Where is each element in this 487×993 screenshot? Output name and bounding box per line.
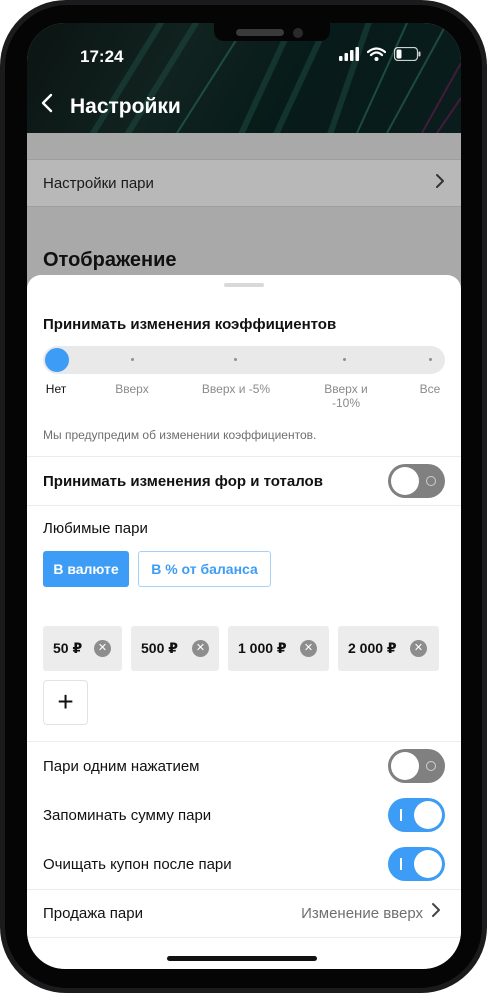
bet-settings-row[interactable]: Настройки пари [27, 159, 461, 207]
remember-sum-label: Запоминать сумму пари [43, 807, 212, 824]
sell-bet-label[interactable]: Продажа пари [43, 905, 143, 922]
toggle-knob [391, 752, 419, 780]
mute-switch [0, 145, 2, 185]
settings-bottom-sheet: Принимать изменения коэффициентов Нет Вв… [27, 275, 461, 969]
wifi-icon [367, 47, 386, 61]
handicap-totals-toggle[interactable] [388, 464, 445, 498]
volume-up-button [0, 220, 2, 295]
slider-option-label[interactable]: Нет [43, 382, 69, 396]
slider-knob[interactable] [45, 348, 69, 372]
amount-chip[interactable]: 2 000 ₽ ✕ [338, 626, 439, 671]
volume-down-button [0, 315, 2, 390]
remove-icon[interactable]: ✕ [410, 640, 427, 657]
one-click-toggle[interactable] [388, 749, 445, 783]
amount-chip[interactable]: 1 000 ₽ ✕ [228, 626, 329, 671]
divider [27, 505, 461, 506]
odds-changes-title: Принимать изменения коэффициентов [43, 316, 337, 333]
sheet-grabber[interactable] [224, 283, 264, 287]
divider [27, 456, 461, 457]
slider-stop [131, 358, 134, 361]
status-icons [339, 47, 421, 61]
amount-chip-label: 2 000 ₽ [348, 640, 397, 656]
toggle-knob [414, 850, 442, 878]
divider [27, 889, 461, 890]
page-title: Настройки [70, 95, 181, 118]
odds-changes-slider[interactable] [43, 346, 445, 374]
slider-option-label[interactable]: Вверх и -10% [318, 382, 374, 410]
speaker [236, 29, 284, 36]
odds-changes-hint: Мы предупредим об изменении коэффициенто… [43, 428, 317, 442]
toggle-on-mark [400, 858, 402, 870]
phone-frame: 17:24 Настройки Настройки пари Отображен… [0, 0, 487, 993]
toggle-off-mark [426, 476, 436, 486]
clear-coupon-label: Очищать купон после пари [43, 856, 232, 873]
toggle-knob [414, 801, 442, 829]
tab-currency[interactable]: В валюте [43, 551, 129, 587]
screen: 17:24 Настройки Настройки пари Отображен… [27, 23, 461, 969]
amount-chip-label: 1 000 ₽ [238, 640, 287, 656]
one-click-label: Пари одним нажатием [43, 758, 200, 775]
signal-icon [339, 47, 359, 61]
remove-icon[interactable]: ✕ [94, 640, 111, 657]
handicap-totals-label: Принимать изменения фор и тоталов [43, 473, 323, 490]
tab-percent-balance[interactable]: В % от баланса [138, 551, 271, 587]
slider-stop [234, 358, 237, 361]
slider-option-label[interactable]: Вверх и -5% [193, 382, 279, 396]
divider [27, 741, 461, 742]
favorite-bets-label: Любимые пари [43, 520, 148, 537]
sell-bet-value[interactable]: Изменение вверх [277, 905, 423, 922]
divider [27, 937, 461, 938]
amount-chip[interactable]: 500 ₽ ✕ [131, 626, 219, 671]
bet-settings-label: Настройки пари [43, 175, 154, 192]
plus-icon: + [57, 686, 74, 717]
toggle-off-mark [426, 761, 436, 771]
slider-stop [343, 358, 346, 361]
chevron-right-icon[interactable] [431, 902, 441, 923]
remove-icon[interactable]: ✕ [300, 640, 317, 657]
remove-icon[interactable]: ✕ [192, 640, 209, 657]
display-section-heading: Отображение [43, 249, 177, 271]
back-arrow-icon[interactable] [41, 93, 61, 115]
toggle-knob [391, 467, 419, 495]
remember-sum-toggle[interactable] [388, 798, 445, 832]
slider-stop [429, 358, 432, 361]
battery-icon [394, 47, 421, 61]
status-time: 17:24 [80, 47, 124, 66]
chevron-right-icon [435, 173, 445, 194]
toggle-on-mark [400, 809, 402, 821]
home-indicator[interactable] [167, 956, 317, 961]
amount-chip[interactable]: 50 ₽ ✕ [43, 626, 122, 671]
camera [293, 28, 303, 38]
clear-coupon-toggle[interactable] [388, 847, 445, 881]
add-amount-button[interactable]: + [43, 680, 88, 725]
amount-chip-label: 50 ₽ [53, 640, 83, 656]
slider-option-label[interactable]: Вверх [109, 382, 155, 396]
slider-option-label[interactable]: Все [415, 382, 445, 396]
amount-chip-label: 500 ₽ [141, 640, 178, 656]
